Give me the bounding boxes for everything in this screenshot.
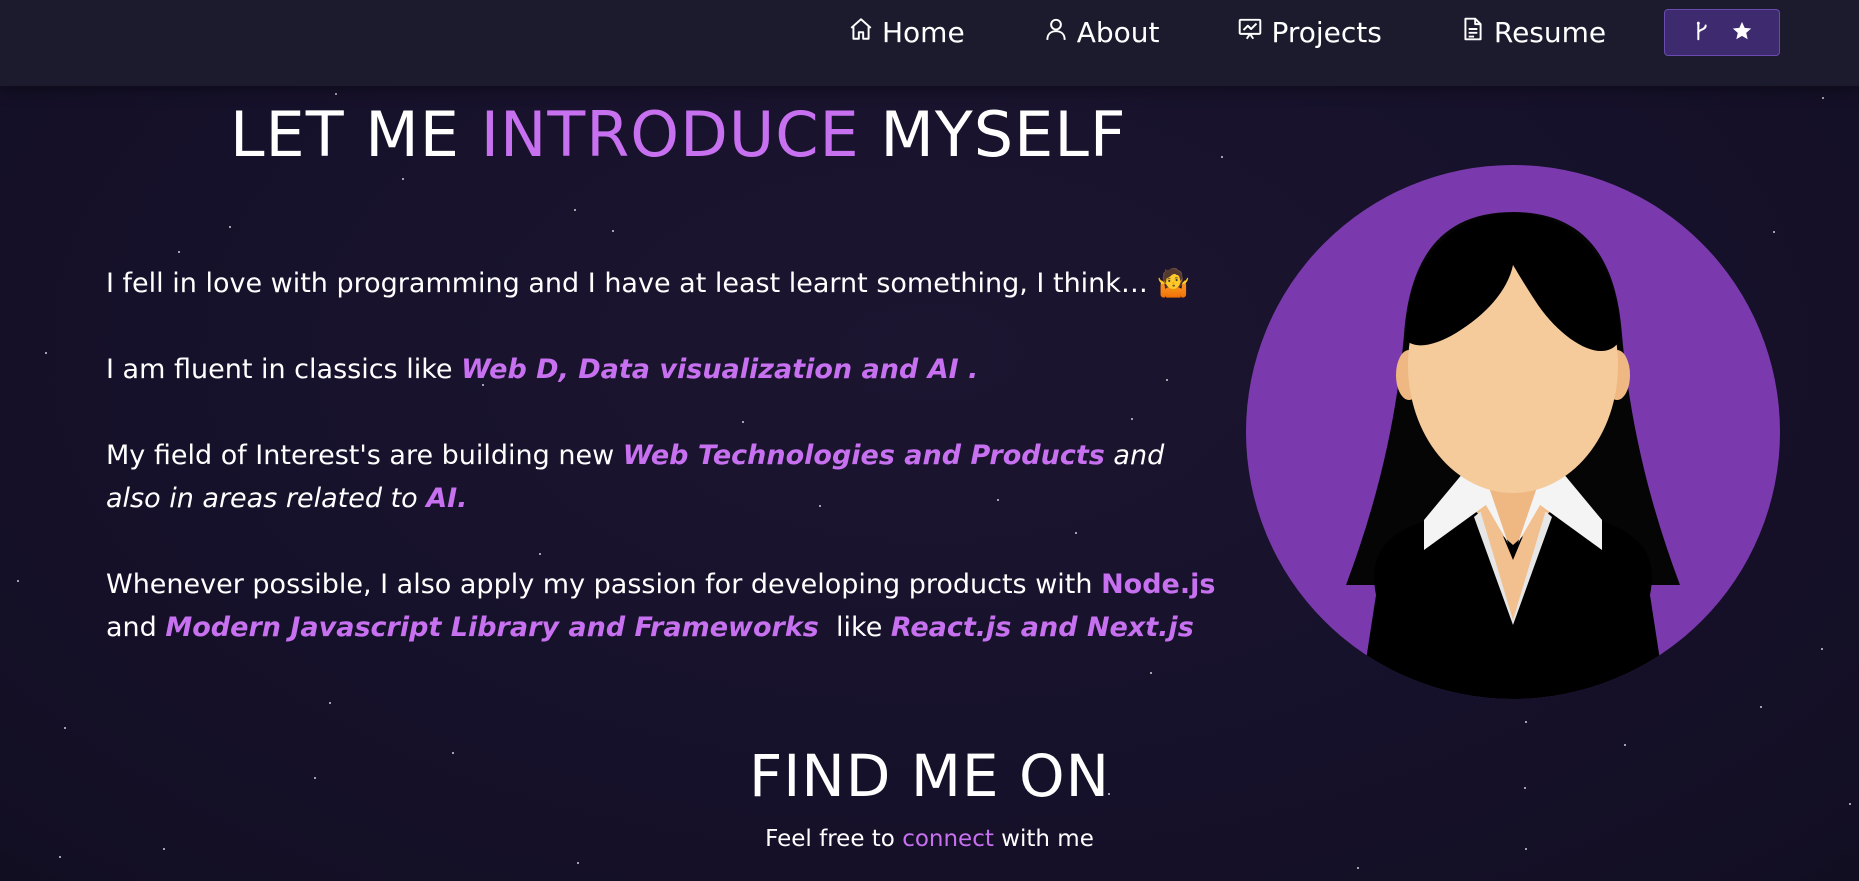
nav-item-home[interactable]: Home bbox=[848, 16, 965, 49]
heading-text: MYSELF bbox=[880, 98, 1127, 171]
document-icon bbox=[1460, 16, 1486, 49]
nav-links: Home About Projects Resume bbox=[848, 8, 1606, 56]
navbar: Home About Projects Resume bbox=[0, 0, 1859, 86]
page: Home About Projects Resume LET ME INTROD… bbox=[0, 0, 1859, 881]
paragraph-text: My field of Interest's are building new bbox=[106, 440, 623, 471]
paragraph-text: and bbox=[106, 612, 166, 643]
home-icon bbox=[848, 16, 874, 49]
intro-body: I fell in love with programming and I ha… bbox=[106, 262, 1226, 692]
nav-item-about[interactable]: About bbox=[1043, 15, 1160, 49]
react-next-highlight: React.js and Next.js bbox=[890, 612, 1194, 643]
nav-item-projects[interactable]: Projects bbox=[1237, 15, 1382, 49]
frameworks-highlight: Modern Javascript Library and Frameworks bbox=[165, 612, 819, 643]
nav-item-resume[interactable]: Resume bbox=[1460, 16, 1606, 49]
subtitle-text: Feel free to bbox=[765, 826, 903, 852]
nav-item-label: About bbox=[1076, 15, 1160, 49]
intro-heading: LET ME INTRODUCE MYSELF bbox=[230, 98, 1127, 171]
heading-highlight: INTRODUCE bbox=[480, 98, 860, 171]
skills-highlight: Web D, Data visualization and AI . bbox=[461, 354, 979, 385]
nav-item-label: Resume bbox=[1493, 15, 1607, 49]
intro-paragraph-2: I am fluent in classics like Web D, Data… bbox=[106, 348, 1226, 391]
nav-item-label: Projects bbox=[1271, 15, 1382, 49]
connect-link[interactable]: connect bbox=[902, 826, 994, 852]
nav-item-label: Home bbox=[882, 15, 965, 49]
intro-paragraph-3: My field of Interest's are building new … bbox=[106, 434, 1226, 520]
paragraph-text: I am fluent in classics like bbox=[106, 354, 462, 385]
git-fork-icon bbox=[1691, 20, 1713, 46]
paragraph-text: I fell in love with programming and I ha… bbox=[106, 268, 1191, 299]
user-icon bbox=[1043, 16, 1069, 49]
interest-highlight: Web Technologies and Products bbox=[622, 440, 1105, 471]
woman-avatar-icon bbox=[1246, 165, 1780, 699]
paragraph-text: like bbox=[818, 612, 891, 643]
find-me-heading: FIND ME ON bbox=[748, 742, 1111, 810]
presentation-icon bbox=[1237, 16, 1263, 49]
subtitle-text: with me bbox=[993, 826, 1094, 852]
intro-paragraph-4: Whenever possible, I also apply my passi… bbox=[106, 563, 1226, 649]
github-fork-star-button[interactable] bbox=[1664, 9, 1780, 56]
ai-highlight: AI. bbox=[426, 483, 468, 514]
heading-text: LET ME bbox=[230, 98, 460, 171]
star-icon bbox=[1731, 20, 1753, 46]
nodejs-highlight: Node.js bbox=[1101, 569, 1216, 600]
intro-paragraph-1: I fell in love with programming and I ha… bbox=[106, 262, 1226, 305]
paragraph-text: Whenever possible, I also apply my passi… bbox=[106, 569, 1102, 600]
find-me-subtitle: Feel free to connect with me bbox=[0, 826, 1859, 852]
